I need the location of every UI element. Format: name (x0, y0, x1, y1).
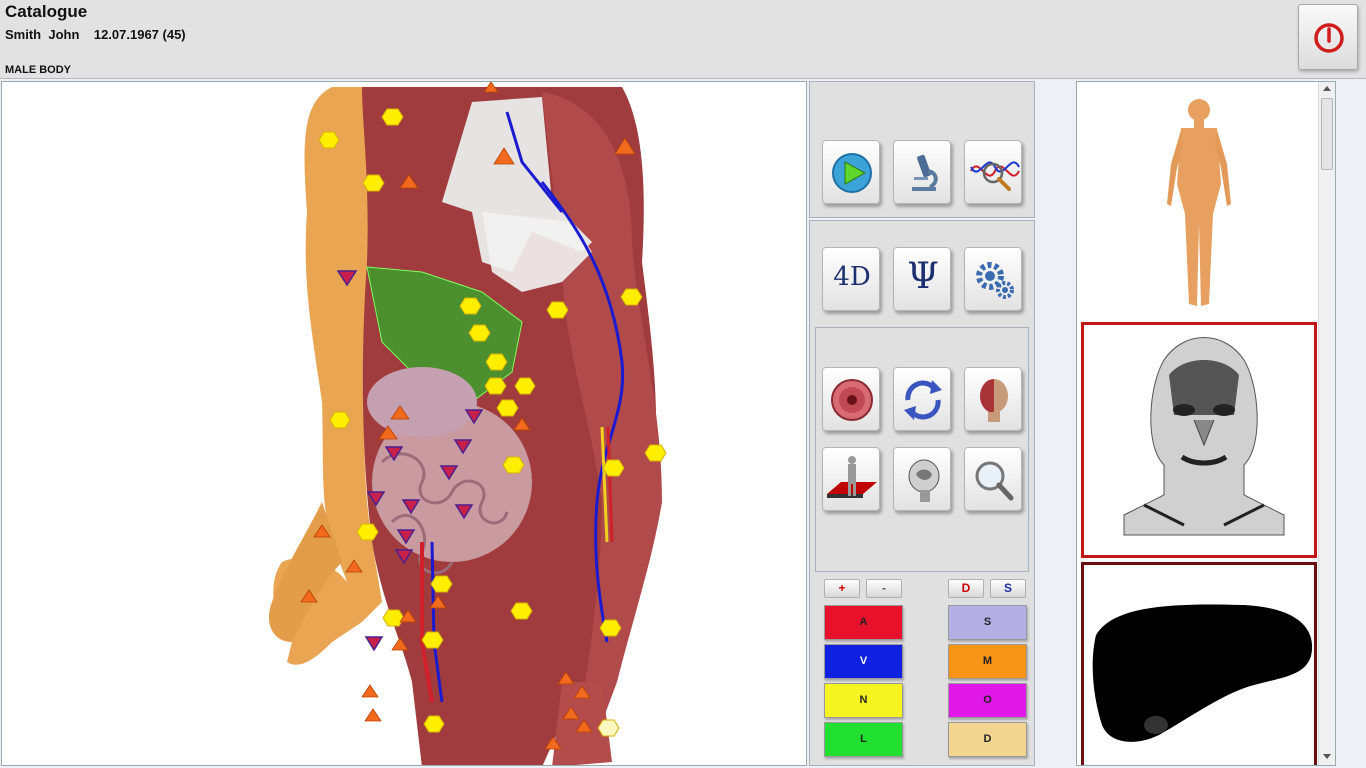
microscope-button[interactable] (893, 140, 951, 204)
rotate-button[interactable] (893, 367, 951, 431)
body-label: MALE BODY (5, 64, 71, 76)
color-button-a[interactable]: A (824, 605, 903, 640)
scroll-up-arrow[interactable] (1323, 86, 1331, 91)
wave-analysis-button[interactable] (964, 140, 1022, 204)
color-button-d[interactable]: D (948, 722, 1027, 757)
power-button[interactable] (1298, 4, 1358, 70)
color-button-s[interactable]: S (948, 605, 1027, 640)
app-title: Catalogue (5, 2, 88, 21)
color-button-o[interactable]: O (948, 683, 1027, 718)
minus-button[interactable]: - (866, 579, 902, 598)
plus-button[interactable]: + (824, 579, 860, 598)
microscope-icon (912, 154, 938, 191)
d-button[interactable]: D (948, 579, 984, 598)
head-anatomy-button[interactable] (964, 367, 1022, 431)
settings-button[interactable] (964, 247, 1022, 311)
magnifier-icon (975, 461, 1014, 501)
skull-icon (908, 459, 940, 502)
magnifier-wave-icon (970, 161, 1020, 191)
liver-thumbnail[interactable] (1081, 562, 1317, 765)
head-muscles-image (1123, 337, 1285, 536)
gears-icon (976, 262, 1014, 299)
s-button[interactable]: S (990, 579, 1026, 598)
liver-image (1092, 604, 1313, 742)
thumbnail-list[interactable] (1076, 81, 1336, 766)
play-icon (832, 153, 872, 193)
psi-label: Ψ (907, 256, 939, 297)
body-plane-icon (827, 456, 877, 498)
head-icon (980, 379, 1008, 422)
color-button-l[interactable]: L (824, 722, 903, 757)
color-button-m[interactable]: M (948, 644, 1027, 679)
tool-panel-top (809, 81, 1035, 218)
scroll-thumb[interactable] (1321, 98, 1333, 170)
head-muscles-thumbnail[interactable] (1081, 322, 1317, 558)
4d-label: 4D (833, 262, 871, 292)
body-plane-button[interactable] (822, 447, 880, 511)
full-body-image (1167, 99, 1231, 306)
anatomy-model[interactable] (2, 82, 807, 766)
cell-icon (831, 379, 873, 421)
anatomy-viewport[interactable] (1, 81, 807, 766)
scroll-down-arrow[interactable] (1323, 754, 1331, 759)
zoom-button[interactable] (964, 447, 1022, 511)
thumbnail-scrollbar[interactable] (1318, 82, 1335, 765)
rotate-icon (904, 380, 942, 420)
color-button-n[interactable]: N (824, 683, 903, 718)
skull-section-button[interactable] (893, 447, 951, 511)
play-button[interactable] (822, 140, 880, 204)
power-icon (1314, 23, 1344, 53)
4d-button[interactable]: 4D (822, 247, 880, 311)
tool-panel-main: 4D Ψ + - D S A V N L S M O D (809, 220, 1035, 766)
title-bar: Catalogue Smith John 12.07.1967 (45) MAL… (0, 0, 1366, 79)
patient-info: Smith John 12.07.1967 (45) (5, 27, 186, 42)
cell-button[interactable] (822, 367, 880, 431)
psi-button[interactable]: Ψ (893, 247, 951, 311)
color-button-v[interactable]: V (824, 644, 903, 679)
full-body-thumbnail[interactable] (1081, 84, 1317, 320)
